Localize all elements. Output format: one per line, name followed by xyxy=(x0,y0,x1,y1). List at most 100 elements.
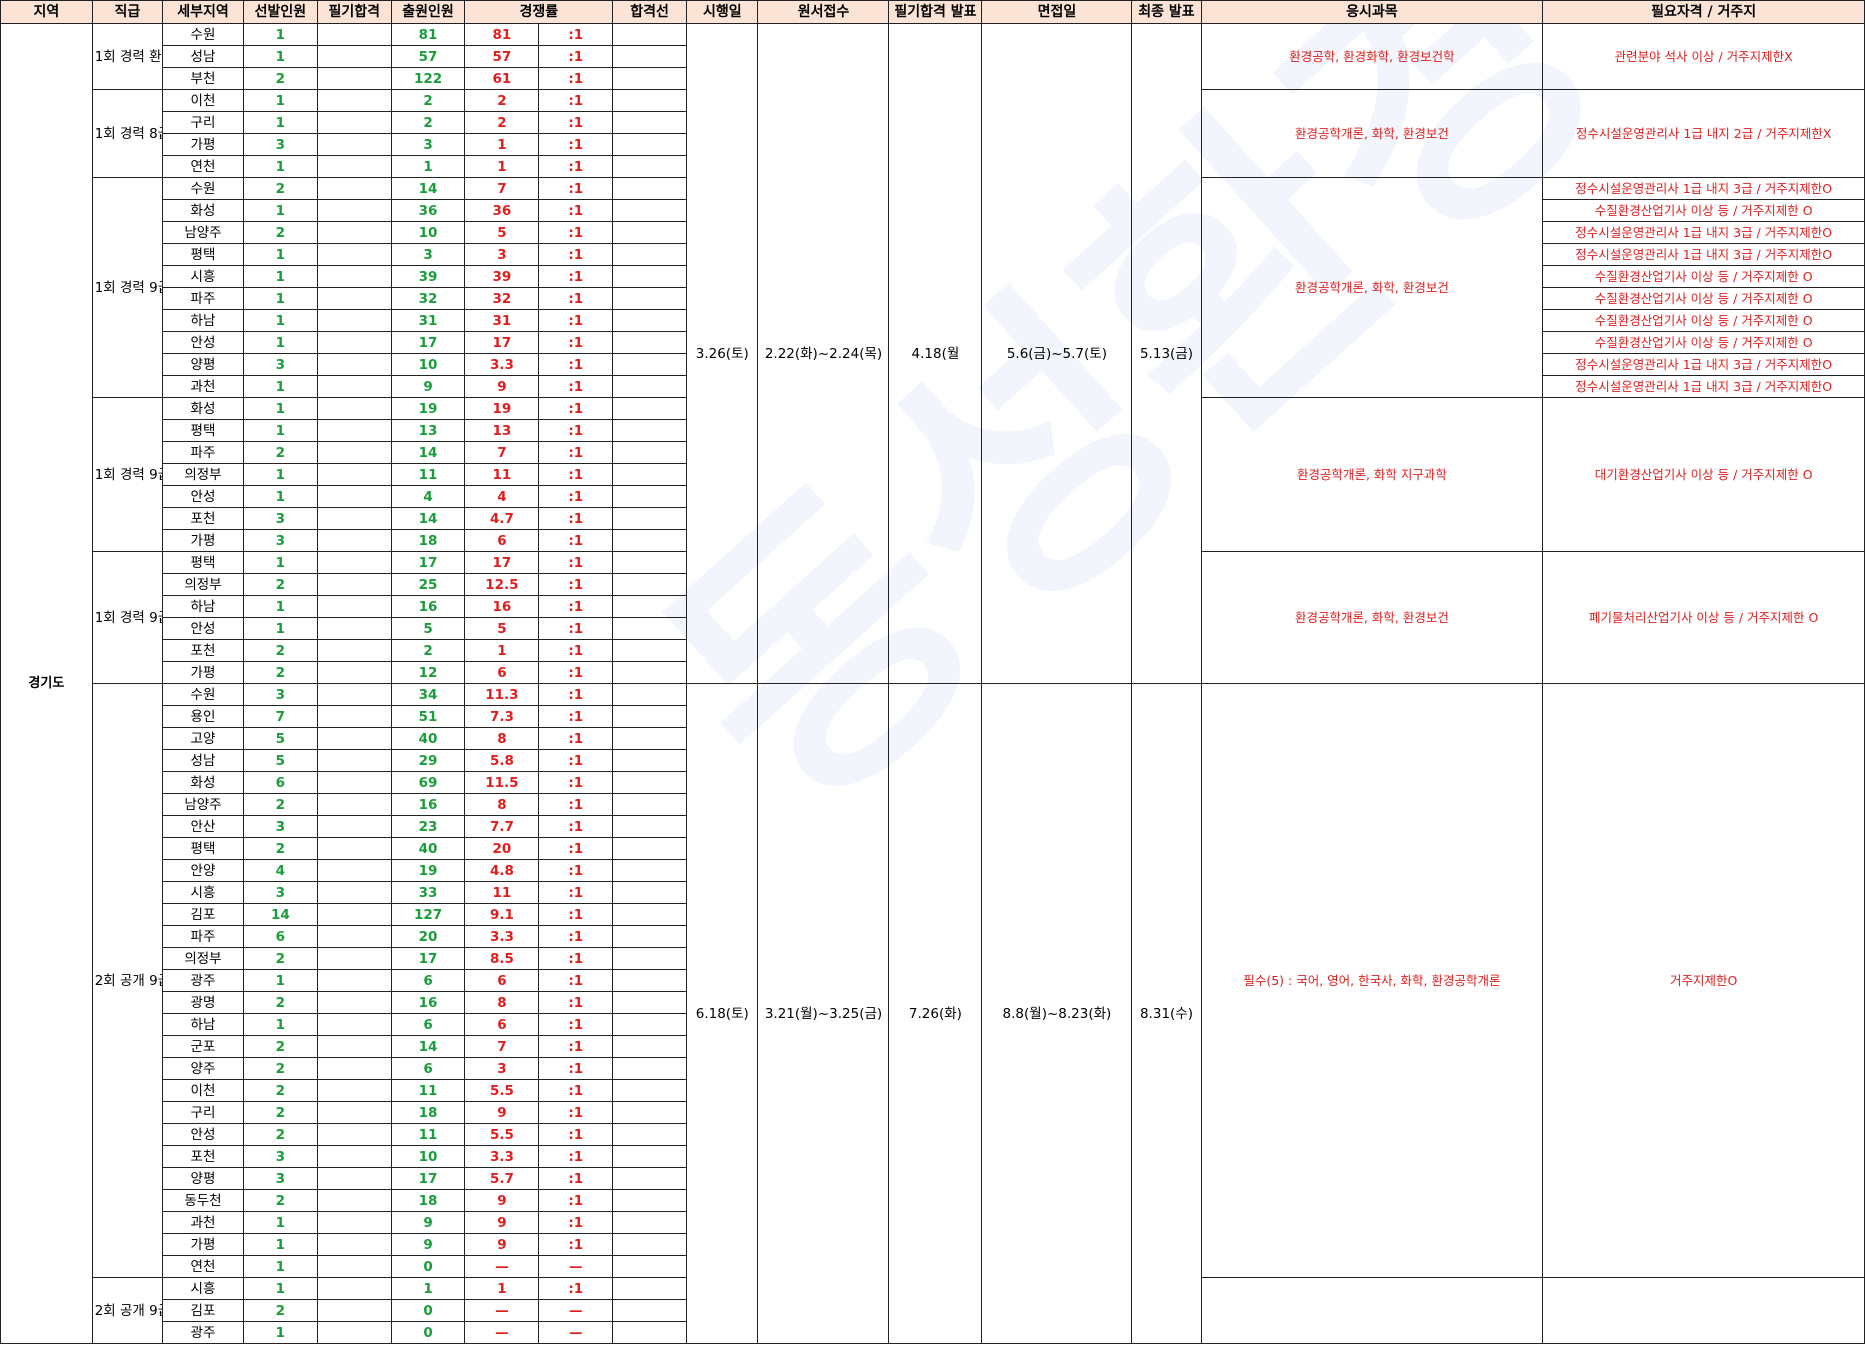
written-pass-cell xyxy=(316,793,392,816)
final-announce-date: 8.31(수) xyxy=(1131,683,1202,1344)
qualification-cell: 수질환경산업기사 이상 등 / 거주지제한 O xyxy=(1542,287,1865,310)
rank-cell: 1회 경력 9급 대기 xyxy=(91,397,163,552)
competition-rate: 57 xyxy=(464,45,540,68)
written-pass-cell xyxy=(316,1123,392,1146)
cutline-cell xyxy=(612,749,688,772)
selected-count: 1 xyxy=(242,45,318,68)
applicant-count: 3 xyxy=(390,243,466,266)
written-pass-cell xyxy=(316,397,392,420)
competition-suffix: :1 xyxy=(538,1211,614,1234)
cutline-cell xyxy=(612,177,688,200)
qualification-cell: 수질환경산업기사 이상 등 / 거주지제한 O xyxy=(1542,331,1865,354)
subregion-cell: 포천 xyxy=(161,1145,244,1168)
written-pass-cell xyxy=(316,1145,392,1168)
competition-rate: 5.8 xyxy=(464,749,540,772)
applicant-count: 14 xyxy=(390,441,466,464)
subjects-cell: 환경공학개론, 화학 지구과학 xyxy=(1200,397,1544,552)
competition-rate: 6 xyxy=(464,529,540,552)
cutline-cell xyxy=(612,1277,688,1300)
competition-suffix: :1 xyxy=(538,991,614,1014)
selected-count: 1 xyxy=(242,331,318,354)
selected-count: 2 xyxy=(242,1079,318,1102)
competition-suffix: :1 xyxy=(538,793,614,816)
written-pass-cell xyxy=(316,1167,392,1190)
applicant-count: 14 xyxy=(390,1035,466,1058)
written-pass-cell xyxy=(316,111,392,134)
competition-rate: — xyxy=(464,1321,540,1344)
competition-suffix: :1 xyxy=(538,353,614,376)
applicant-count: 19 xyxy=(390,397,466,420)
applicant-count: 16 xyxy=(390,595,466,618)
subregion-cell: 포천 xyxy=(161,639,244,662)
subregion-cell: 동두천 xyxy=(161,1189,244,1212)
applicant-count: 4 xyxy=(390,485,466,508)
subregion-cell: 의정부 xyxy=(161,947,244,970)
subregion-cell: 평택 xyxy=(161,243,244,266)
competition-rate: 3.3 xyxy=(464,925,540,948)
selected-count: 6 xyxy=(242,925,318,948)
applicant-count: 10 xyxy=(390,353,466,376)
subregion-cell: 광주 xyxy=(161,1321,244,1344)
subregion-cell: 연천 xyxy=(161,1255,244,1278)
cutline-cell xyxy=(612,617,688,640)
written-pass-cell xyxy=(316,551,392,574)
subregion-cell: 안성 xyxy=(161,1123,244,1146)
competition-rate: 11 xyxy=(464,463,540,486)
selected-count: 3 xyxy=(242,507,318,530)
subregion-cell: 평택 xyxy=(161,837,244,860)
competition-rate: 7.3 xyxy=(464,705,540,728)
applicant-count: 11 xyxy=(390,463,466,486)
written-pass-cell xyxy=(316,441,392,464)
cutline-cell xyxy=(612,1013,688,1036)
header-written-pass: 필기합격 xyxy=(316,0,392,24)
cutline-cell xyxy=(612,287,688,310)
subregion-cell: 수원 xyxy=(161,683,244,706)
competition-rate: 9.1 xyxy=(464,903,540,926)
applicant-count: 11 xyxy=(390,1079,466,1102)
competition-suffix: :1 xyxy=(538,925,614,948)
competition-rate: — xyxy=(464,1255,540,1278)
written-pass-cell xyxy=(316,903,392,926)
applicant-count: 51 xyxy=(390,705,466,728)
selected-count: 1 xyxy=(242,969,318,992)
written-pass-cell xyxy=(316,1255,392,1278)
written-pass-cell xyxy=(316,287,392,310)
selected-count: 2 xyxy=(242,573,318,596)
subregion-cell: 하남 xyxy=(161,595,244,618)
applicant-count: 9 xyxy=(390,1211,466,1234)
applicant-count: 0 xyxy=(390,1321,466,1344)
written-pass-cell xyxy=(316,463,392,486)
competition-suffix: :1 xyxy=(538,639,614,662)
competition-suffix: :1 xyxy=(538,969,614,992)
cutline-cell xyxy=(612,881,688,904)
header-qualification: 필요자격 / 거주지 xyxy=(1542,0,1865,24)
selected-count: 1 xyxy=(242,1255,318,1278)
subregion-cell: 평택 xyxy=(161,551,244,574)
applicant-count: 16 xyxy=(390,793,466,816)
written-pass-cell xyxy=(316,67,392,90)
selected-count: 2 xyxy=(242,67,318,90)
selected-count: 1 xyxy=(242,617,318,640)
selected-count: 2 xyxy=(242,639,318,662)
selected-count: 2 xyxy=(242,441,318,464)
competition-suffix: :1 xyxy=(538,1189,614,1212)
competition-rate: 1 xyxy=(464,1277,540,1300)
applicant-count: 17 xyxy=(390,947,466,970)
written-pass-cell xyxy=(316,837,392,860)
selected-count: 1 xyxy=(242,1013,318,1036)
competition-suffix: :1 xyxy=(538,705,614,728)
cutline-cell xyxy=(612,89,688,112)
selected-count: 14 xyxy=(242,903,318,926)
subregion-cell: 과천 xyxy=(161,1211,244,1234)
competition-rate: 1 xyxy=(464,133,540,156)
cutline-cell xyxy=(612,551,688,574)
selected-count: 1 xyxy=(242,155,318,178)
selected-count: 1 xyxy=(242,1233,318,1256)
cutline-cell xyxy=(612,353,688,376)
cutline-cell xyxy=(612,485,688,508)
subregion-cell: 양평 xyxy=(161,1167,244,1190)
subregion-cell: 김포 xyxy=(161,903,244,926)
qualification-cell: 수질환경산업기사 이상 등 / 거주지제한 O xyxy=(1542,265,1865,288)
written-pass-cell xyxy=(316,1035,392,1058)
header-selected: 선발인원 xyxy=(242,0,318,24)
